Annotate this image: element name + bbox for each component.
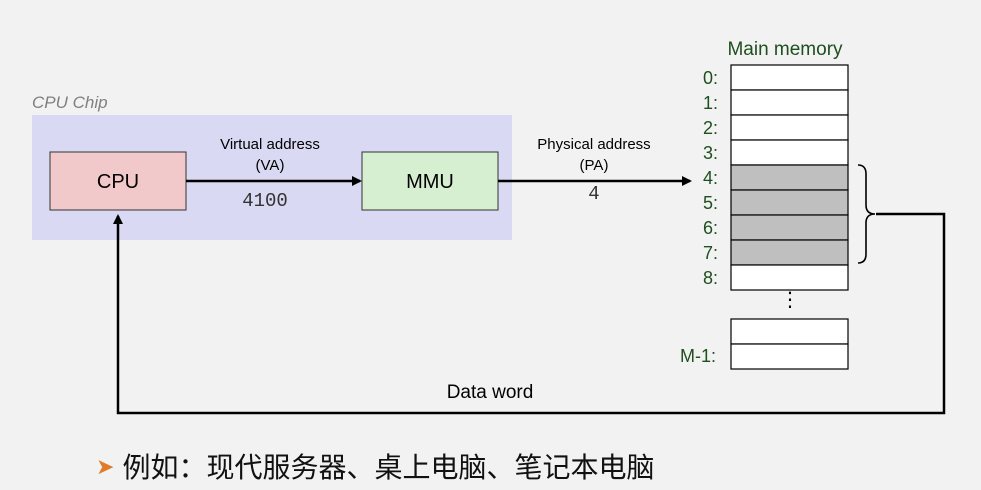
cpu-chip-label: CPU Chip xyxy=(32,93,108,112)
memory-row-label: 0: xyxy=(703,68,718,88)
memory-rows: 0: 1: 2: 3: 4: 5: 6: 7: 8: xyxy=(703,64,849,291)
memory-ellipsis: ⋮ xyxy=(780,289,800,311)
memory-row-label: 8: xyxy=(703,268,718,288)
memory-row-label: 6: xyxy=(703,218,718,238)
mmu-label: MMU xyxy=(406,171,454,193)
virtual-address-label: Virtual address xyxy=(220,136,320,153)
memory-row-last xyxy=(730,343,849,370)
memory-row xyxy=(730,239,849,266)
memory-row xyxy=(730,189,849,216)
memory-row xyxy=(730,139,849,166)
physical-address-abbrev: (PA) xyxy=(580,157,609,174)
physical-address-label: Physical address xyxy=(537,136,650,153)
virtual-address-abbrev: (VA) xyxy=(256,157,285,174)
memory-row xyxy=(730,64,849,91)
memory-row-label: 1: xyxy=(703,93,718,113)
diagram-stage: CPU Chip CPU MMU Virtual address (VA) 41… xyxy=(0,0,981,490)
memory-row-label: 4: xyxy=(703,168,718,188)
physical-address-value: 4 xyxy=(588,183,599,205)
memory-row xyxy=(730,89,849,116)
bullet-text: 例如：现代服务器、桌上电脑、笔记本电脑 xyxy=(122,451,655,484)
memory-row-label: 5: xyxy=(703,193,718,213)
highlight-brace xyxy=(857,164,876,264)
arrow-bullet-icon: ➤ xyxy=(96,455,115,480)
memory-row-label: 7: xyxy=(703,243,718,263)
memory-row xyxy=(730,214,849,241)
main-memory-title: Main memory xyxy=(727,39,843,60)
memory-row-penultimate xyxy=(730,318,849,345)
memory-row-label: 2: xyxy=(703,118,718,138)
cpu-label: CPU xyxy=(97,171,139,193)
virtual-address-value: 4100 xyxy=(242,190,288,212)
bullet-item: ➤ 例如：现代服务器、桌上电脑、笔记本电脑 xyxy=(96,446,654,486)
memory-row xyxy=(730,114,849,141)
data-word-label: Data word xyxy=(447,382,534,403)
memory-last-label: M-1: xyxy=(680,346,716,366)
memory-row xyxy=(730,264,849,291)
address-translation-diagram: CPU Chip CPU MMU Virtual address (VA) 41… xyxy=(32,39,946,415)
memory-row-label: 3: xyxy=(703,143,718,163)
memory-row xyxy=(730,164,849,191)
